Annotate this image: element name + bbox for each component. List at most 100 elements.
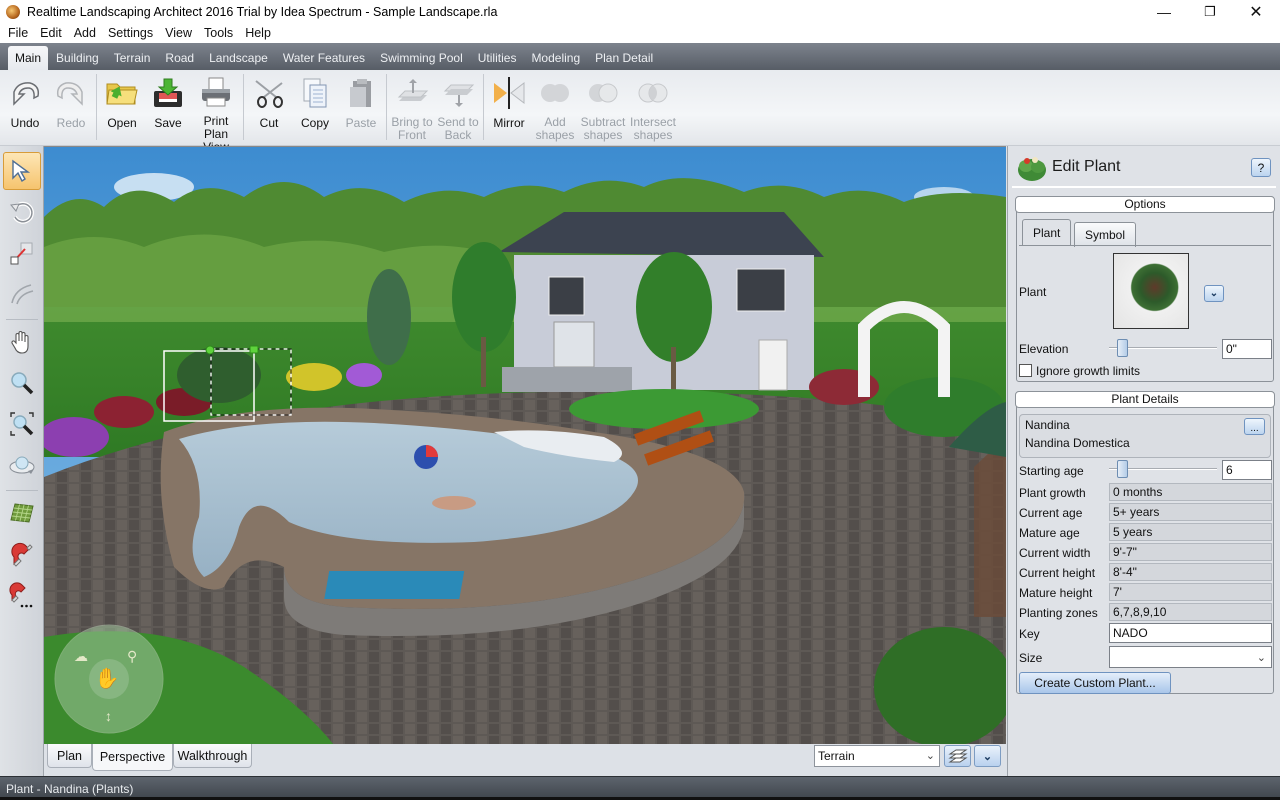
- view-tabs-bar: Plan Perspective Walkthrough Terrain ⌄ ⌄: [44, 744, 1006, 776]
- orbit-tool[interactable]: [3, 446, 41, 484]
- paste-button[interactable]: Paste: [338, 70, 384, 142]
- tab-swimming-pool[interactable]: Swimming Pool: [373, 46, 470, 70]
- rotate-handle[interactable]: [205, 345, 215, 355]
- edit-points-tool[interactable]: [3, 234, 41, 272]
- redo-button[interactable]: Redo: [48, 70, 94, 142]
- open-button[interactable]: Open: [99, 70, 145, 142]
- snap-tool[interactable]: [3, 535, 41, 573]
- pan-icon: ✋: [95, 666, 120, 690]
- slider-thumb[interactable]: [1117, 339, 1128, 357]
- resize-handle[interactable]: [249, 345, 259, 354]
- planting-zones-label: Planting zones: [1019, 606, 1098, 620]
- mirror-icon: [492, 76, 526, 110]
- edit-plant-panel: Edit Plant ? Options Plant Symbol Plant …: [1007, 146, 1280, 776]
- tab-walkthrough[interactable]: Walkthrough: [173, 744, 252, 768]
- size-select[interactable]: ⌄: [1109, 646, 1272, 668]
- current-age-value: 5+ years: [1109, 503, 1272, 521]
- mirror-button[interactable]: Mirror: [486, 70, 532, 142]
- menu-add[interactable]: Add: [68, 26, 102, 40]
- current-height-label: Current height: [1019, 566, 1096, 580]
- tab-main[interactable]: Main: [8, 46, 49, 70]
- elevation-slider[interactable]: [1109, 339, 1217, 357]
- divider: [1012, 186, 1276, 188]
- layers-button[interactable]: [944, 745, 971, 767]
- menu-file[interactable]: File: [2, 26, 34, 40]
- tool-separator: [6, 319, 38, 320]
- menu-edit[interactable]: Edit: [34, 26, 68, 40]
- tab-road[interactable]: Road: [158, 46, 201, 70]
- plant-growth-value: 0 months: [1109, 483, 1272, 501]
- tab-modeling[interactable]: Modeling: [524, 46, 587, 70]
- tab-building[interactable]: Building: [49, 46, 106, 70]
- menu-view[interactable]: View: [159, 26, 198, 40]
- tab-terrain[interactable]: Terrain: [107, 46, 158, 70]
- ribbon-tabs: Main Building Terrain Road Landscape Wat…: [0, 43, 1280, 70]
- tab-water-features[interactable]: Water Features: [276, 46, 372, 70]
- tab-symbol[interactable]: Symbol: [1074, 222, 1137, 247]
- minimize-button[interactable]: —: [1141, 0, 1187, 23]
- layer-options-button[interactable]: ⌄: [974, 745, 1001, 767]
- help-button[interactable]: ?: [1251, 158, 1271, 177]
- chevron-down-icon: ⌄: [982, 750, 993, 763]
- layer-select[interactable]: Terrain ⌄: [814, 745, 940, 767]
- current-age-label: Current age: [1019, 506, 1083, 520]
- starting-age-slider[interactable]: [1109, 460, 1217, 478]
- plant-growth-label: Plant growth: [1019, 486, 1086, 500]
- zoom-extents-tool[interactable]: [3, 405, 41, 443]
- select-arrow-icon: [12, 159, 31, 183]
- printer-icon: [199, 76, 233, 108]
- zoom-extents-icon: [10, 412, 34, 436]
- curve-tool[interactable]: [3, 275, 41, 313]
- bring-to-front-button[interactable]: Bring to Front: [389, 70, 435, 142]
- send-to-back-button[interactable]: Send to Back: [435, 70, 481, 142]
- tab-plan-detail[interactable]: Plan Detail: [588, 46, 660, 70]
- cut-button[interactable]: Cut: [246, 70, 292, 142]
- plant-picker-button[interactable]: ⌄: [1204, 285, 1224, 302]
- menu-settings[interactable]: Settings: [102, 26, 159, 40]
- elevation-input[interactable]: 0": [1222, 339, 1272, 359]
- chevron-down-icon: ⌄: [1209, 288, 1219, 299]
- rotate-tool[interactable]: [3, 193, 41, 231]
- navigation-wheel[interactable]: ✋ ☁ ⚲ ↕: [54, 624, 164, 734]
- plant-info-button[interactable]: ...: [1244, 418, 1265, 435]
- plant-thumbnail[interactable]: [1113, 253, 1189, 329]
- zoom-tool[interactable]: [3, 364, 41, 402]
- add-shapes-button[interactable]: Add shapes: [532, 70, 578, 142]
- starting-age-input[interactable]: 6: [1222, 460, 1272, 480]
- create-custom-plant-button[interactable]: Create Custom Plant...: [1019, 672, 1171, 694]
- tab-plan[interactable]: Plan: [47, 744, 92, 768]
- copy-icon: [298, 76, 332, 110]
- mature-age-label: Mature age: [1019, 526, 1080, 540]
- select-tool[interactable]: [3, 152, 41, 190]
- print-plan-view-button[interactable]: Print Plan View: [191, 70, 241, 154]
- restore-button[interactable]: ❐: [1187, 0, 1233, 23]
- key-input[interactable]: NADO: [1109, 623, 1272, 643]
- main-toolbar: Undo Redo Open Save Print Plan View Cut …: [0, 70, 1280, 154]
- tab-plant[interactable]: Plant: [1022, 219, 1072, 246]
- hand-icon: [11, 331, 29, 354]
- copy-button[interactable]: Copy: [292, 70, 338, 142]
- save-button[interactable]: Save: [145, 70, 191, 142]
- magnet-icon: [11, 542, 33, 567]
- slider-thumb[interactable]: [1117, 460, 1128, 478]
- close-button[interactable]: ✕: [1233, 0, 1279, 23]
- restore-icon: ❐: [1204, 3, 1216, 19]
- snap-options-tool[interactable]: [3, 576, 41, 614]
- tab-utilities[interactable]: Utilities: [471, 46, 524, 70]
- add-shapes-icon: [538, 76, 572, 109]
- current-width-value: 9'-7": [1109, 543, 1272, 561]
- plant-details-header: Plant Details: [1015, 391, 1275, 408]
- size-label: Size: [1019, 651, 1043, 665]
- menu-help[interactable]: Help: [239, 26, 277, 40]
- pan-tool[interactable]: [3, 323, 41, 361]
- tab-landscape[interactable]: Landscape: [202, 46, 275, 70]
- grid-tool[interactable]: [3, 494, 41, 532]
- undo-button[interactable]: Undo: [2, 70, 48, 142]
- ignore-growth-checkbox[interactable]: [1019, 364, 1032, 377]
- perspective-viewport[interactable]: ✋ ☁ ⚲ ↕: [44, 146, 1006, 744]
- intersect-shapes-button[interactable]: Intersect shapes: [628, 70, 678, 142]
- menu-tools[interactable]: Tools: [198, 26, 239, 40]
- subtract-shapes-button[interactable]: Subtract shapes: [578, 70, 628, 142]
- tab-perspective[interactable]: Perspective: [92, 744, 173, 771]
- toolbar-separator: [243, 74, 244, 140]
